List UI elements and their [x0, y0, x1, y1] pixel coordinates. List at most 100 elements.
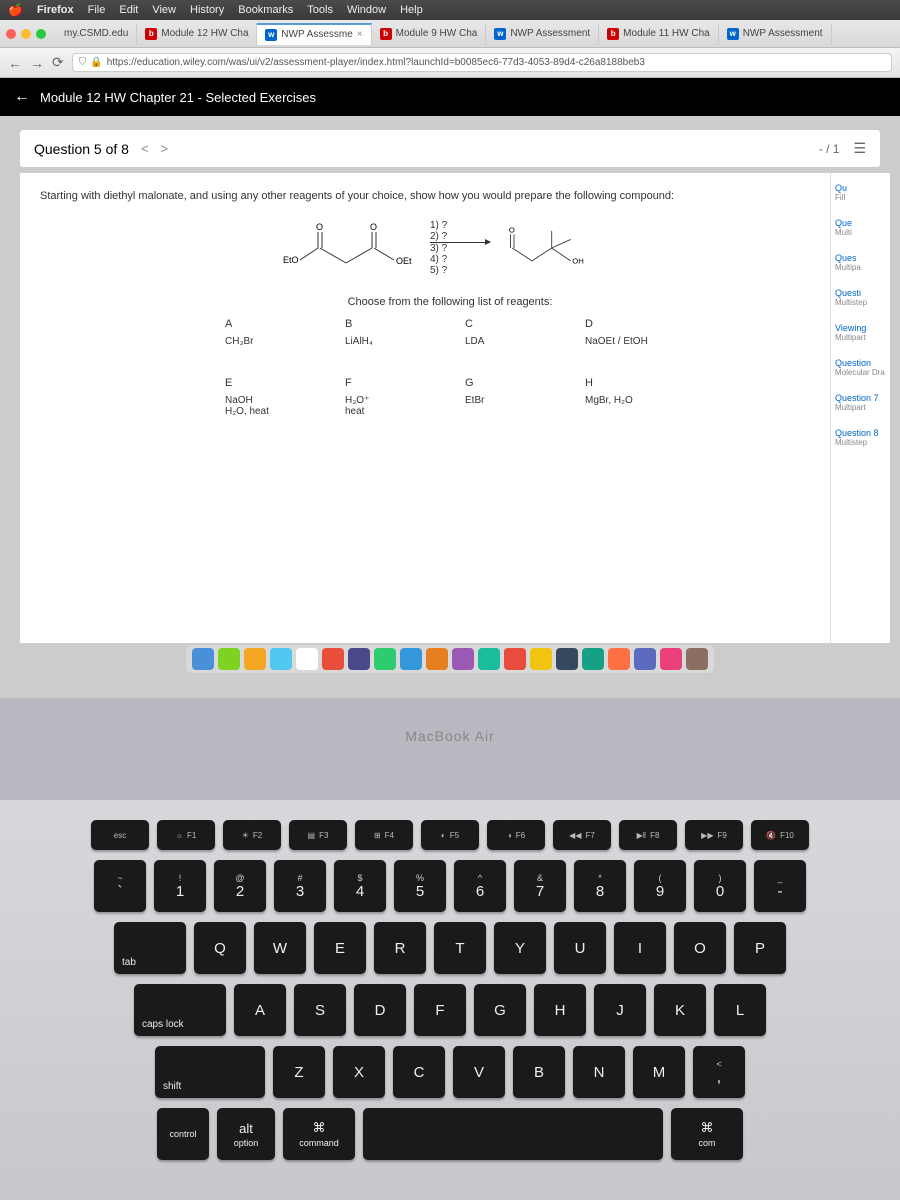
browser-tab[interactable]: bModule 11 HW Cha [599, 23, 719, 45]
sidebar-question-link[interactable]: QueMulti [835, 218, 886, 237]
question-list-icon[interactable]: ☰ [853, 140, 866, 157]
key-s: S [294, 984, 346, 1036]
mac-menubar: 🍎 Firefox File Edit View History Bookmar… [0, 0, 900, 20]
choose-reagent-label: Choose from the following list of reagen… [40, 296, 860, 308]
reagent-option[interactable]: ENaOHH₂O, heat [225, 377, 315, 417]
tab-label: NWP Assessment [743, 28, 823, 39]
key-2: @2 [214, 860, 266, 912]
key-5: %5 [394, 860, 446, 912]
reagent-option[interactable]: FH₃O⁺heat [345, 377, 435, 417]
key-4: $4 [334, 860, 386, 912]
sidebar-question-link[interactable]: QuestiMultistep [835, 288, 886, 307]
dock-app-icon[interactable] [270, 648, 292, 670]
dock-app-icon[interactable] [244, 648, 266, 670]
dock-app-icon[interactable] [504, 648, 526, 670]
dock-app-icon[interactable] [582, 648, 604, 670]
dock-app-icon[interactable] [686, 648, 708, 670]
apple-logo-icon[interactable]: 🍎 [8, 3, 23, 17]
key-9: (9 [634, 860, 686, 912]
prev-question-icon[interactable]: < [141, 141, 149, 156]
reagent-option[interactable]: DNaOEt / EtOH [585, 318, 675, 347]
lock-icon: 🔒 [90, 57, 102, 68]
key-g: G [474, 984, 526, 1036]
browser-tab[interactable]: b Module 9 HW Cha [372, 23, 487, 45]
reagent-letter: E [225, 377, 315, 389]
key-f10: 🔇F10 [751, 820, 809, 850]
reagent-formula: CH₃Br [225, 336, 315, 347]
dock-app-icon[interactable] [192, 648, 214, 670]
close-window-icon[interactable] [6, 29, 16, 39]
assessment-header: ← Module 12 HW Chapter 21 - Selected Exe… [0, 78, 900, 116]
tab-label: NWP Assessme [281, 29, 353, 40]
key-j: J [594, 984, 646, 1036]
menu-edit[interactable]: Edit [119, 4, 138, 16]
sidebar-question-link[interactable]: Question 8Multistep [835, 428, 886, 447]
sidebar-question-link[interactable]: QuesMultipa [835, 253, 886, 272]
maximize-window-icon[interactable] [36, 29, 46, 39]
dock-app-icon[interactable] [296, 648, 318, 670]
dock-app-icon[interactable] [218, 648, 240, 670]
reagent-option[interactable]: HMgBr, H₂O [585, 377, 675, 417]
browser-tab[interactable]: my.CSMD.edu [56, 23, 137, 45]
browser-tab[interactable]: bModule 12 HW Cha [137, 23, 257, 45]
reagent-option[interactable]: GEtBr [465, 377, 555, 417]
app-name[interactable]: Firefox [37, 4, 74, 16]
reagent-letter: B [345, 318, 435, 330]
reaction-steps: 1) ? 2) ? 3) ? 4) ? 5) ? [430, 220, 490, 276]
dock-app-icon[interactable] [426, 648, 448, 670]
browser-tab[interactable]: wNWP Assessment [719, 23, 832, 45]
reagent-option[interactable]: ACH₃Br [225, 318, 315, 347]
menu-bookmarks[interactable]: Bookmarks [238, 4, 293, 16]
browser-tab[interactable]: wNWP Assessme × [257, 23, 371, 45]
brightspace-icon: b [380, 28, 392, 40]
tab-label: Module 9 HW Cha [396, 28, 478, 39]
key-q: Q [194, 922, 246, 974]
sidebar-question-link[interactable]: QuestionMolecular Dra [835, 358, 886, 377]
reagent-option[interactable]: BLiAlH₄ [345, 318, 435, 347]
dock-app-icon[interactable] [400, 648, 422, 670]
starting-material-icon: EtO O O OEt [278, 218, 418, 278]
menu-file[interactable]: File [88, 4, 106, 16]
reagent-formula: H₃O⁺heat [345, 395, 435, 417]
forward-icon[interactable]: → [30, 55, 44, 71]
brightspace-icon: b [145, 28, 157, 40]
key-8: *8 [574, 860, 626, 912]
header-back-icon[interactable]: ← [14, 88, 30, 106]
dock-app-icon[interactable] [348, 648, 370, 670]
key-r: R [374, 922, 426, 974]
dock-app-icon[interactable] [374, 648, 396, 670]
address-bar[interactable]: ⛉ 🔒 https://education.wiley.com/was/ui/v… [72, 53, 892, 72]
minimize-window-icon[interactable] [21, 29, 31, 39]
dock-app-icon[interactable] [634, 648, 656, 670]
key-v: V [453, 1046, 505, 1098]
menu-window[interactable]: Window [347, 4, 386, 16]
menu-help[interactable]: Help [400, 4, 423, 16]
dock-app-icon[interactable] [322, 648, 344, 670]
sidebar-question-link[interactable]: Question 7Multipart [835, 393, 886, 412]
sidebar-question-link[interactable]: ViewingMultipart [835, 323, 886, 342]
menu-tools[interactable]: Tools [307, 4, 333, 16]
dock-app-icon[interactable] [660, 648, 682, 670]
key-z: Z [273, 1046, 325, 1098]
menu-view[interactable]: View [152, 4, 176, 16]
reagent-option[interactable]: CLDA [465, 318, 555, 347]
dock-app-icon[interactable] [556, 648, 578, 670]
menu-history[interactable]: History [190, 4, 224, 16]
dock-app-icon[interactable] [478, 648, 500, 670]
next-question-icon[interactable]: > [161, 141, 169, 156]
reagent-letter: C [465, 318, 555, 330]
key-n: N [573, 1046, 625, 1098]
back-icon[interactable]: ← [8, 55, 22, 71]
sidebar-question-link[interactable]: QuFill [835, 183, 886, 202]
reagent-letter: G [465, 377, 555, 389]
dock-app-icon[interactable] [608, 648, 630, 670]
key-comma: <, [693, 1046, 745, 1098]
tab-close-icon[interactable]: × [357, 29, 363, 40]
dock-app-icon[interactable] [452, 648, 474, 670]
reload-icon[interactable]: ⟳ [52, 54, 64, 71]
dock-app-icon[interactable] [530, 648, 552, 670]
svg-text:O: O [370, 222, 377, 232]
key-f8: ▶‖F8 [619, 820, 677, 850]
browser-tab[interactable]: wNWP Assessment [486, 23, 599, 45]
shield-icon: ⛉ [79, 57, 87, 68]
